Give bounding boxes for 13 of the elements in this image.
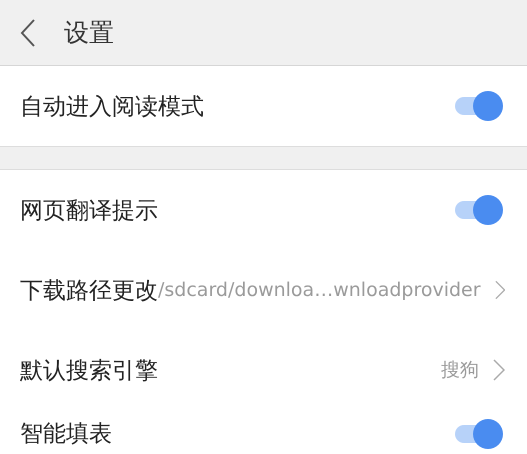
setting-label: 自动进入阅读模式 (20, 92, 204, 122)
setting-label: 默认搜索引擎 (20, 356, 158, 386)
chevron-icon[interactable] (494, 279, 505, 301)
toggle-switch[interactable] (453, 418, 505, 450)
setting-label: 网页翻译提示 (20, 196, 158, 226)
setting-label: 下载路径更改 (20, 276, 158, 306)
setting-label: 智能填表 (20, 420, 112, 449)
toggle-switch[interactable] (453, 90, 505, 122)
setting-value: /sdcard/downloa…wnloadprovider (158, 279, 481, 301)
setting-value: 搜狗 (441, 358, 479, 383)
page-title: 设置 (64, 17, 114, 49)
toggle-switch[interactable] (453, 194, 505, 226)
chevron-icon[interactable] (493, 359, 505, 381)
